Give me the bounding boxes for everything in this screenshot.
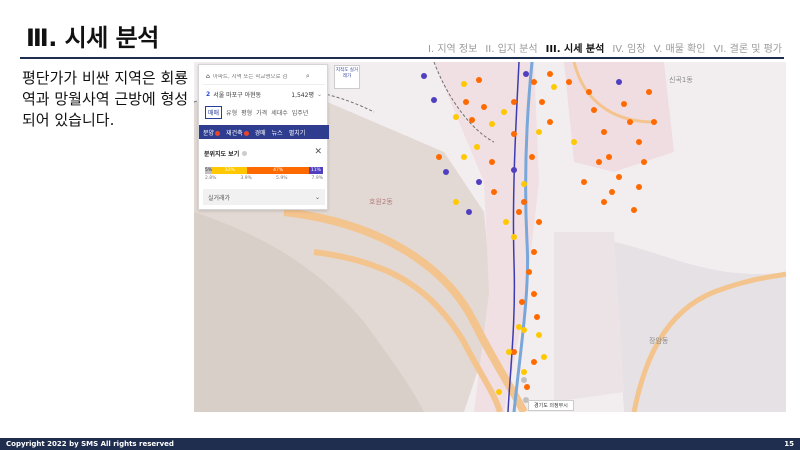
nav-item-location[interactable]: II. 입지 분석	[485, 40, 537, 55]
section-nav: I. 지역 정보 II. 입지 분석 III. 시세 분석 IV. 임장 V. …	[428, 40, 782, 55]
nav-item-visit[interactable]: IV. 임장	[612, 40, 645, 55]
legend-seg-yellow: 33%	[212, 167, 248, 174]
map-search-bar[interactable]: ⌂ ⌕	[203, 69, 325, 85]
footer-bar: Copyright 2022 by SMS All rights reserve…	[0, 438, 800, 450]
filter-type[interactable]: 유형	[226, 108, 237, 117]
real-price-label: 실거래가	[208, 194, 231, 202]
slide-title: Ⅲ. 시세 분석	[26, 24, 159, 52]
tab-expand[interactable]: 펼치기	[289, 128, 306, 137]
legend-seg-purple: 11%	[308, 167, 323, 174]
legend-title: 분위지도 보기	[204, 149, 248, 158]
filter-row: 매매 유형 평형 가격 세대수 입주년	[203, 105, 325, 119]
copyright: Copyright 2022 by SMS All rights reserve…	[6, 440, 174, 448]
legend-ticks: 2.8% 3.9% 5.9% 7.9%	[205, 176, 323, 181]
nav-item-conclusion[interactable]: VI. 결론 및 평가	[713, 40, 782, 55]
chevron-down-icon: ⌄	[314, 193, 320, 201]
home-icon[interactable]: ⌂	[206, 73, 210, 80]
cadastral-button[interactable]: 지적도 실거래가	[334, 65, 360, 89]
legend-seg-orange: 47%	[247, 167, 309, 174]
help-icon[interactable]	[242, 151, 248, 156]
title-divider	[20, 57, 784, 59]
search-icon[interactable]: ⌕	[306, 72, 310, 81]
chevron-down-icon[interactable]: ⌄	[317, 91, 322, 98]
legend-tick: 3.9%	[240, 176, 252, 181]
tab-news[interactable]: 뉴스	[272, 128, 283, 137]
tab-presale[interactable]: 분양	[203, 128, 221, 137]
nav-item-region[interactable]: I. 지역 정보	[428, 40, 477, 55]
map-filter-panel: ⌂ ⌕ 2 서울 마포구 아현동 1,542평 ⌄ 매매 유형 평형 가격 세대…	[198, 64, 329, 210]
location-number: 2	[206, 90, 211, 98]
legend-tick: 5.9%	[276, 176, 288, 181]
map-search-input[interactable]	[212, 73, 303, 80]
map-label-singok1: 신곡1동	[669, 75, 693, 84]
location-value: 1,542평	[291, 91, 314, 99]
real-price-dropdown[interactable]: 실거래가 ⌄	[203, 189, 325, 205]
legend-tick: 2.8%	[205, 176, 217, 181]
filter-sale[interactable]: 매매	[205, 105, 223, 119]
tab-rebuild[interactable]: 재건축	[226, 128, 249, 137]
map-label-howon2: 호원2동	[369, 197, 393, 206]
map-screenshot[interactable]: 호원2동 장암동 신곡1동 ⌂ 아파트, 지역 또는 학교명으로 검 ⌕ 2 서…	[194, 62, 786, 412]
location-row[interactable]: 2 서울 마포구 아현동 1,542평 ⌄	[203, 87, 325, 101]
location-name: 서울 마포구 아현동	[213, 91, 262, 99]
page-number: 15	[784, 440, 794, 448]
nav-item-listing[interactable]: V. 매물 확인	[654, 40, 706, 55]
filter-year[interactable]: 입주년	[292, 108, 309, 117]
filter-price[interactable]: 가격	[256, 108, 267, 117]
legend-seg-gray: 5%	[204, 167, 213, 174]
filter-area[interactable]: 평형	[241, 108, 252, 117]
nav-item-price[interactable]: III. 시세 분석	[546, 40, 605, 55]
close-icon[interactable]: ✕	[314, 147, 322, 157]
filter-households[interactable]: 세대수	[271, 108, 288, 117]
body-text: 평단가가 비싼 지역은 회룡역과 망월사역 근방에 형성되어 있습니다.	[22, 69, 189, 129]
region-badge[interactable]: 경기도 의정부시	[528, 400, 574, 411]
legend-tick: 7.9%	[311, 176, 323, 181]
legend-bar: 5% 33% 47% 11%	[205, 167, 323, 174]
map-tab-bar: 분양 재건축 경매 뉴스 펼치기	[199, 125, 329, 139]
tab-auction[interactable]: 경매	[255, 128, 266, 137]
map-label-jangam: 장암동	[649, 336, 669, 345]
